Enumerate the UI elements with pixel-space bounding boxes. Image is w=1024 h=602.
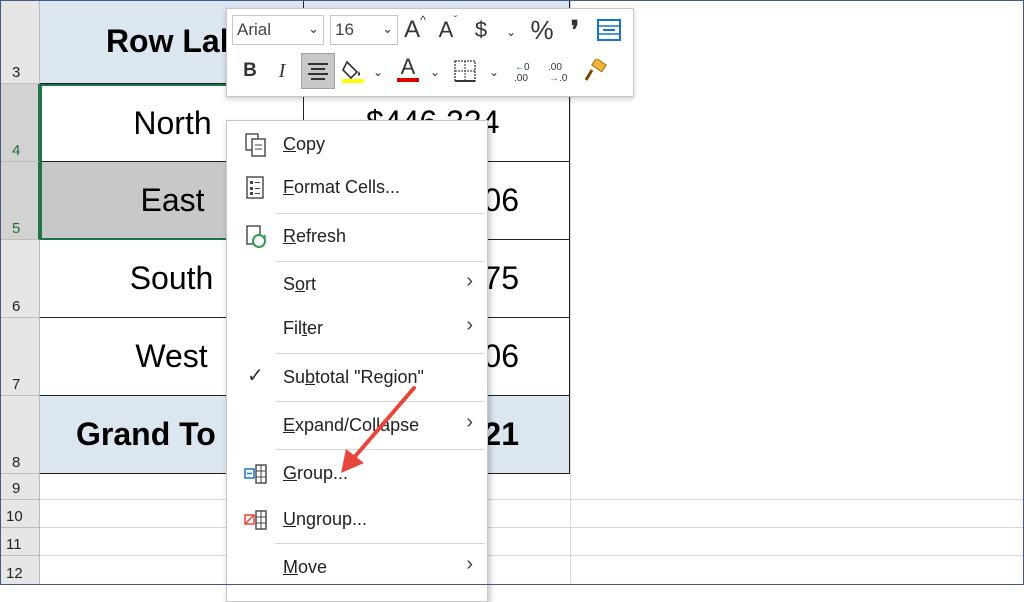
- arrow-shaft: [350, 386, 416, 462]
- annotation-arrow: [341, 386, 416, 473]
